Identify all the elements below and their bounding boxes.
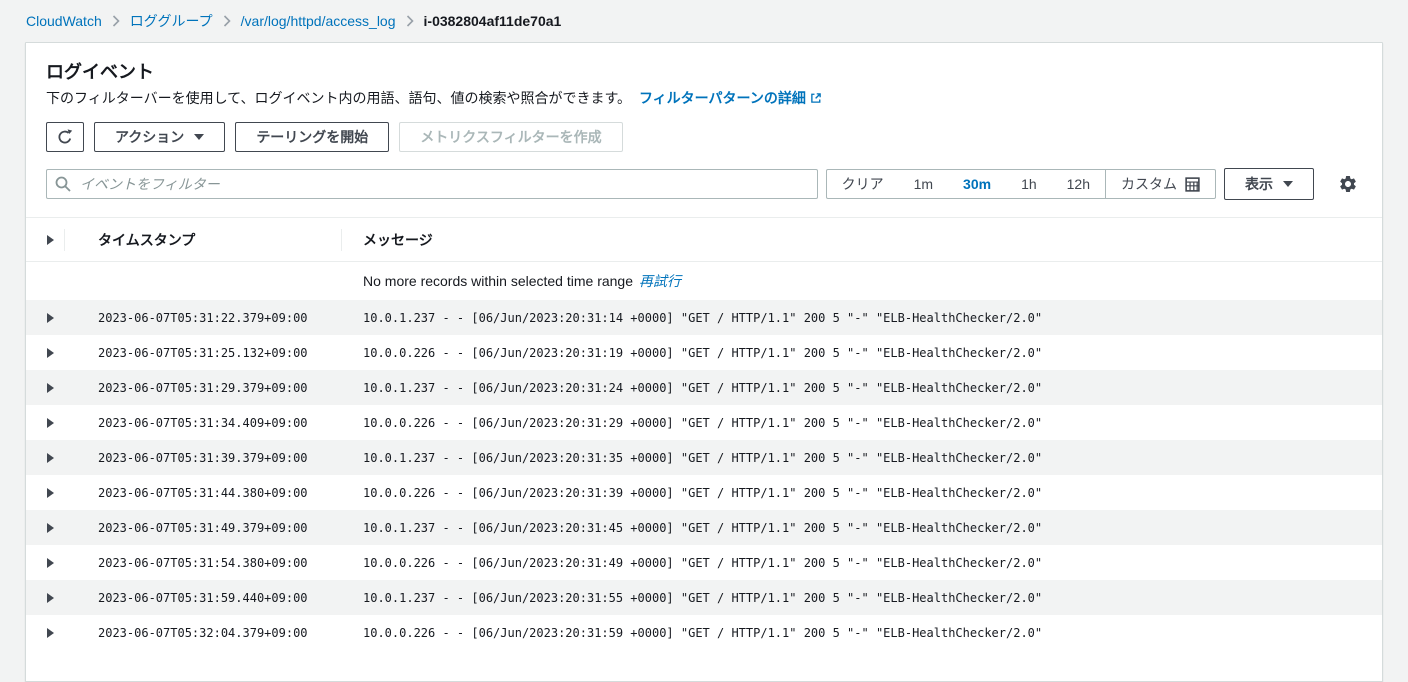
row-timestamp: 2023-06-07T05:31:25.132+09:00: [65, 346, 342, 360]
filter-row: クリア 1m 30m 1h 12h カスタム 表示: [46, 168, 1362, 200]
table-row[interactable]: 2023-06-07T05:31:25.132+09:00 10.0.0.226…: [26, 335, 1382, 370]
time-range-1h[interactable]: 1h: [1006, 170, 1052, 198]
row-message: 10.0.0.226 - - [06/Jun/2023:20:31:49 +00…: [342, 556, 1382, 570]
expand-all-icon[interactable]: [47, 235, 54, 245]
time-range-1m[interactable]: 1m: [899, 170, 948, 198]
page-title: ログイベント: [46, 61, 1362, 83]
row-timestamp: 2023-06-07T05:31:59.440+09:00: [65, 591, 342, 605]
breadcrumb: CloudWatch ロググループ /var/log/httpd/access_…: [0, 0, 1408, 31]
row-message: 10.0.1.237 - - [06/Jun/2023:20:31:55 +00…: [342, 591, 1382, 605]
toolbar: アクション テーリングを開始 メトリクスフィルターを作成: [46, 122, 1362, 152]
row-timestamp: 2023-06-07T05:31:49.379+09:00: [65, 521, 342, 535]
display-options-label: 表示: [1245, 174, 1273, 194]
breadcrumb-link-log-groups[interactable]: ロググループ: [130, 11, 213, 31]
caret-down-icon: [1283, 181, 1293, 187]
page-description-text: 下のフィルターバーを使用して、ログイベント内の用語、語句、値の検索や照合ができま…: [46, 90, 631, 106]
row-timestamp: 2023-06-07T05:31:29.379+09:00: [65, 381, 342, 395]
caret-down-icon: [194, 134, 204, 140]
filter-events-input[interactable]: [46, 169, 818, 199]
expand-row-icon[interactable]: [47, 593, 54, 603]
breadcrumb-link-cloudwatch[interactable]: CloudWatch: [26, 13, 102, 29]
row-timestamp: 2023-06-07T05:31:34.409+09:00: [65, 416, 342, 430]
filter-pattern-details-link[interactable]: フィルターパターンの詳細: [639, 90, 822, 106]
external-link-icon: [810, 92, 822, 104]
create-metric-filter-button: メトリクスフィルターを作成: [399, 122, 622, 152]
refresh-icon: [57, 129, 73, 145]
gear-icon: [1338, 174, 1358, 194]
expand-row-icon[interactable]: [47, 313, 54, 323]
notice-text: No more records within selected time ran…: [363, 273, 633, 289]
filter-pattern-details-label: フィルターパターンの詳細: [639, 90, 806, 106]
start-tailing-button[interactable]: テーリングを開始: [235, 122, 389, 152]
expand-row-icon[interactable]: [47, 418, 54, 428]
page-description: 下のフィルターバーを使用して、ログイベント内の用語、語句、値の検索や照合ができま…: [46, 88, 1362, 108]
table-row[interactable]: 2023-06-07T05:32:04.379+09:00 10.0.0.226…: [26, 615, 1382, 650]
breadcrumb-current-stream: i-0382804af11de70a1: [424, 13, 562, 29]
row-message: 10.0.1.237 - - [06/Jun/2023:20:31:45 +00…: [342, 521, 1382, 535]
custom-time-range-label: カスタム: [1121, 174, 1177, 194]
no-more-records-notice: No more records within selected time ran…: [26, 262, 1382, 300]
row-timestamp: 2023-06-07T05:31:39.379+09:00: [65, 451, 342, 465]
expand-row-icon[interactable]: [47, 523, 54, 533]
chevron-right-icon: [112, 15, 120, 27]
log-events-panel: ログイベント 下のフィルターバーを使用して、ログイベント内の用語、語句、値の検索…: [25, 42, 1383, 682]
table-row[interactable]: 2023-06-07T05:31:22.379+09:00 10.0.1.237…: [26, 300, 1382, 335]
expand-row-icon[interactable]: [47, 628, 54, 638]
breadcrumb-link-log-group-name[interactable]: /var/log/httpd/access_log: [241, 13, 396, 29]
expand-row-icon[interactable]: [47, 383, 54, 393]
row-message: 10.0.0.226 - - [06/Jun/2023:20:31:59 +00…: [342, 626, 1382, 640]
actions-button[interactable]: アクション: [94, 122, 225, 152]
table-row[interactable]: 2023-06-07T05:31:34.409+09:00 10.0.0.226…: [26, 405, 1382, 440]
row-message: 10.0.0.226 - - [06/Jun/2023:20:31:19 +00…: [342, 346, 1382, 360]
search-icon: [55, 176, 71, 192]
row-timestamp: 2023-06-07T05:31:44.380+09:00: [65, 486, 342, 500]
expand-row-icon[interactable]: [47, 453, 54, 463]
row-timestamp: 2023-06-07T05:32:04.379+09:00: [65, 626, 342, 640]
retry-link[interactable]: 再試行: [639, 271, 681, 291]
clear-time-range-button[interactable]: クリア: [827, 170, 899, 198]
custom-time-range-button[interactable]: カスタム: [1106, 170, 1215, 198]
row-timestamp: 2023-06-07T05:31:22.379+09:00: [65, 311, 342, 325]
expand-row-icon[interactable]: [47, 558, 54, 568]
time-range-selector: クリア 1m 30m 1h 12h カスタム: [826, 169, 1216, 199]
log-rows: 2023-06-07T05:31:22.379+09:00 10.0.1.237…: [26, 300, 1382, 650]
column-header-timestamp: タイムスタンプ: [65, 230, 341, 250]
time-range-12h[interactable]: 12h: [1052, 170, 1105, 198]
chevron-right-icon: [223, 15, 231, 27]
table-row[interactable]: 2023-06-07T05:31:39.379+09:00 10.0.1.237…: [26, 440, 1382, 475]
chevron-right-icon: [406, 15, 414, 27]
table-row[interactable]: 2023-06-07T05:31:44.380+09:00 10.0.0.226…: [26, 475, 1382, 510]
row-message: 10.0.1.237 - - [06/Jun/2023:20:31:14 +00…: [342, 311, 1382, 325]
table-row[interactable]: 2023-06-07T05:31:54.380+09:00 10.0.0.226…: [26, 545, 1382, 580]
actions-button-label: アクション: [115, 127, 184, 147]
table-row[interactable]: 2023-06-07T05:31:49.379+09:00 10.0.1.237…: [26, 510, 1382, 545]
time-range-30m[interactable]: 30m: [948, 170, 1006, 198]
row-message: 10.0.1.237 - - [06/Jun/2023:20:31:35 +00…: [342, 451, 1382, 465]
display-options-button[interactable]: 表示: [1224, 168, 1314, 200]
row-message: 10.0.0.226 - - [06/Jun/2023:20:31:29 +00…: [342, 416, 1382, 430]
row-message: 10.0.0.226 - - [06/Jun/2023:20:31:39 +00…: [342, 486, 1382, 500]
column-header-message: メッセージ: [342, 230, 1382, 250]
table-header: タイムスタンプ メッセージ: [26, 218, 1382, 262]
row-timestamp: 2023-06-07T05:31:54.380+09:00: [65, 556, 342, 570]
table-row[interactable]: 2023-06-07T05:31:29.379+09:00 10.0.1.237…: [26, 370, 1382, 405]
table-row[interactable]: 2023-06-07T05:31:59.440+09:00 10.0.1.237…: [26, 580, 1382, 615]
expand-row-icon[interactable]: [47, 348, 54, 358]
row-message: 10.0.1.237 - - [06/Jun/2023:20:31:24 +00…: [342, 381, 1382, 395]
expand-row-icon[interactable]: [47, 488, 54, 498]
settings-button[interactable]: [1338, 174, 1358, 194]
refresh-button[interactable]: [46, 122, 84, 152]
calendar-icon: [1185, 177, 1200, 192]
